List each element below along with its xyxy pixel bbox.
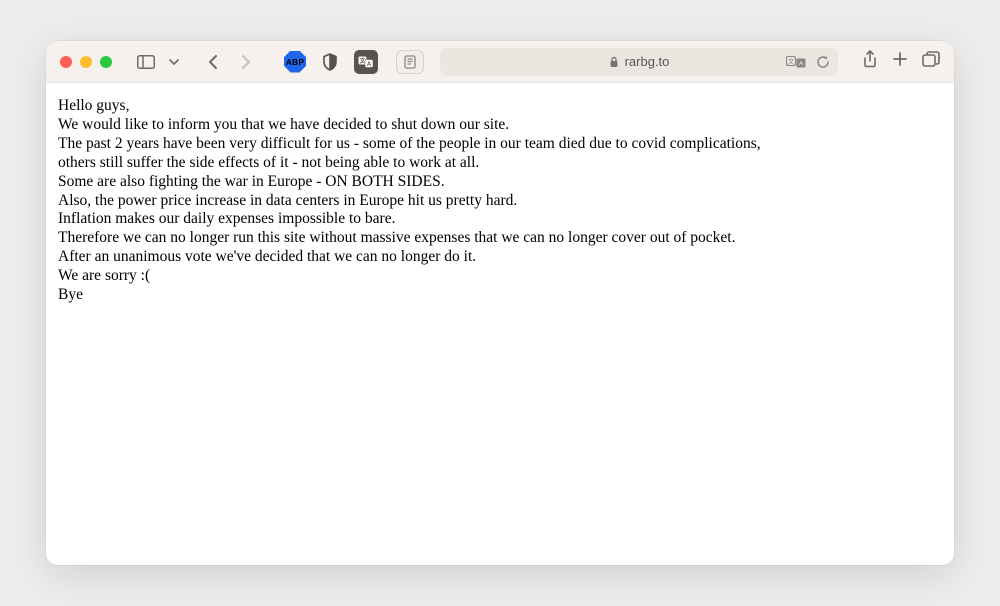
window-maximize-button[interactable]	[100, 56, 112, 68]
reader-mode-button[interactable]	[396, 50, 424, 74]
message-line: Hello guys,	[58, 97, 942, 116]
message-line: The past 2 years have been very difficul…	[58, 135, 942, 154]
svg-text:A: A	[799, 60, 804, 67]
url-host: rarbg.to	[625, 54, 670, 69]
message-line: Also, the power price increase in data c…	[58, 192, 942, 211]
new-tab-button[interactable]	[892, 51, 908, 72]
sidebar-toggle-button[interactable]	[132, 49, 160, 75]
privacy-shield-button[interactable]	[316, 49, 344, 75]
message-line: After an unanimous vote we've decided th…	[58, 248, 942, 267]
address-bar[interactable]: rarbg.to 文 A	[440, 48, 838, 76]
chevron-left-icon	[207, 54, 218, 70]
svg-text:文: 文	[788, 56, 795, 65]
plus-icon	[892, 51, 908, 67]
sidebar-dropdown-button[interactable]	[166, 49, 182, 75]
adblock-extension-button[interactable]: ABP	[284, 51, 306, 73]
toolbar: ABP 文 A	[46, 41, 954, 83]
lock-icon	[609, 56, 619, 68]
extensions: ABP 文 A	[284, 49, 378, 75]
message-line: We would like to inform you that we have…	[58, 116, 942, 135]
message-line: others still suffer the side effects of …	[58, 154, 942, 173]
abp-icon: ABP	[284, 51, 306, 73]
right-toolbar-actions	[862, 50, 940, 73]
message-line: We are sorry :(	[58, 267, 942, 286]
browser-window: ABP 文 A	[46, 41, 954, 565]
translate-page-icon[interactable]: 文 A	[786, 55, 808, 69]
message-line: Some are also fighting the war in Europe…	[58, 173, 942, 192]
sidebar-controls	[132, 49, 182, 75]
message-line: Inflation makes our daily expenses impos…	[58, 210, 942, 229]
share-icon	[862, 50, 878, 68]
translate-icon: 文 A	[358, 55, 374, 69]
message-line: Bye	[58, 286, 942, 305]
svg-text:A: A	[367, 61, 372, 67]
forward-button[interactable]	[232, 49, 260, 75]
traffic-lights	[60, 56, 112, 68]
nav-controls	[198, 49, 260, 75]
tabs-icon	[922, 51, 940, 67]
window-minimize-button[interactable]	[80, 56, 92, 68]
share-button[interactable]	[862, 50, 878, 73]
chevron-right-icon	[241, 54, 252, 70]
translate-extension-button[interactable]: 文 A	[354, 50, 378, 74]
address-bar-actions: 文 A	[786, 55, 830, 69]
window-close-button[interactable]	[60, 56, 72, 68]
address-bar-content: rarbg.to	[609, 54, 670, 69]
reload-icon[interactable]	[816, 55, 830, 69]
shield-icon	[322, 53, 338, 71]
chevron-down-icon	[169, 59, 179, 65]
page-content: Hello guys, We would like to inform you …	[46, 83, 954, 565]
reader-icon	[404, 55, 416, 69]
back-button[interactable]	[198, 49, 226, 75]
message-line: Therefore we can no longer run this site…	[58, 229, 942, 248]
tab-overview-button[interactable]	[922, 51, 940, 72]
